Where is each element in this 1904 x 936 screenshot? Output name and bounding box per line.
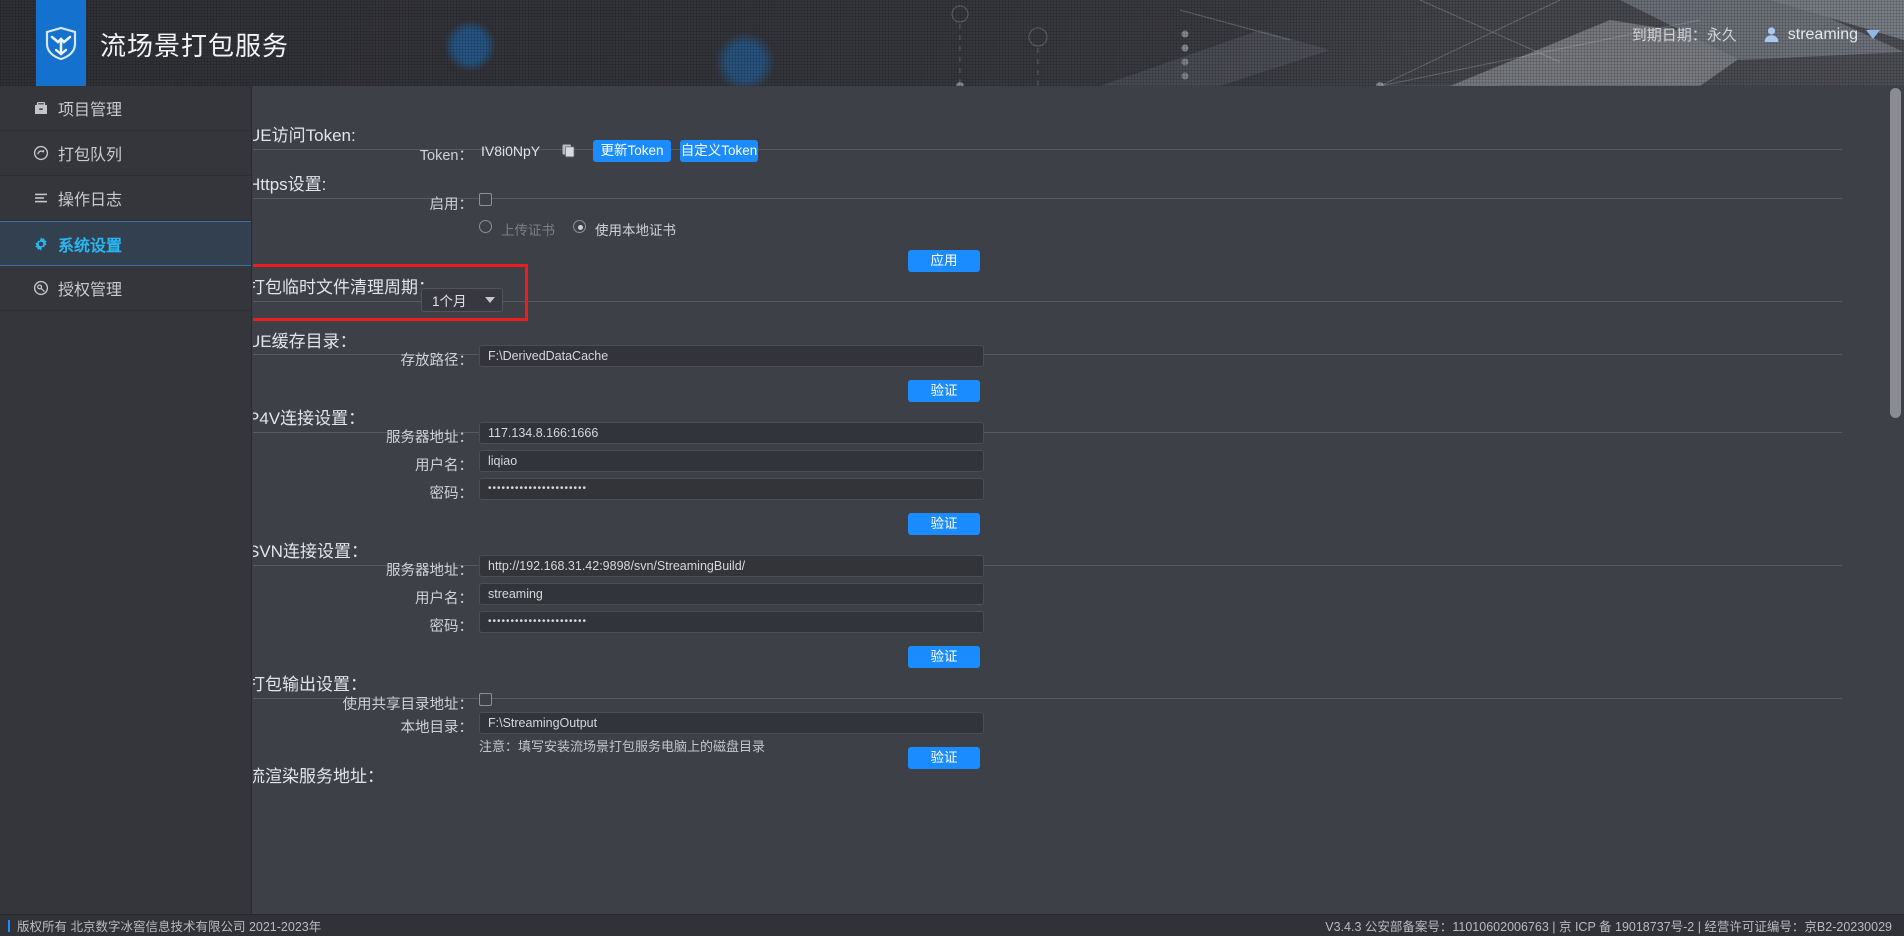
app-logo <box>36 0 86 86</box>
p4v-user-input[interactable]: liqiao <box>479 450 984 472</box>
chevron-down-icon[interactable] <box>1866 30 1880 39</box>
cleanup-cycle-value: 1个月 <box>432 294 467 309</box>
svn-user-label: 用户名： <box>415 591 473 607</box>
sidebar-item-label: 打包队列 <box>58 147 123 164</box>
shared-dir-checkbox[interactable] <box>479 693 492 706</box>
local-cert-label: 使用本地证书 <box>595 223 676 238</box>
upload-cert-radio[interactable] <box>479 220 492 233</box>
footer-left: 版权所有 北京数字冰窖信息技术有限公司 2021-2023年 <box>8 916 321 935</box>
svn-password-input[interactable]: •••••••••••••••••••••• <box>479 611 984 633</box>
token-label: Token： <box>419 148 473 164</box>
apply-button[interactable]: 应用 <box>908 250 980 272</box>
shield-logo-icon <box>45 26 77 60</box>
user-avatar-icon <box>1764 27 1779 42</box>
settings-panel: UE访问Token: Token： IV8i0NpY 更新Token 自定义To… <box>253 86 1904 916</box>
refresh-circle-icon <box>32 145 49 162</box>
section-title-cleanup-cycle: 打包临时文件清理周期： <box>253 278 435 297</box>
svn-server-label: 服务器地址： <box>386 563 473 579</box>
user-menu[interactable]: streaming <box>1763 26 1880 44</box>
update-token-button[interactable]: 更新Token <box>593 140 671 162</box>
accent-bar-icon <box>8 919 10 932</box>
shared-dir-label: 使用共享目录地址： <box>342 697 474 713</box>
footer-bar: 版权所有 北京数字冰窖信息技术有限公司 2021-2023年 V3.4.3 公安… <box>0 914 1904 936</box>
license-text: V3.4.3 公安部备案号：11010602006763 | 京 ICP 备 1… <box>1325 920 1892 934</box>
user-name: streaming <box>1787 25 1858 43</box>
sidebar-item-label: 系统设置 <box>58 237 123 255</box>
section-title-https: Https设置: <box>253 175 327 194</box>
sidebar-item-operation-log[interactable]: 操作日志 <box>0 176 251 221</box>
token-value: IV8i0NpY <box>481 143 541 159</box>
local-dir-input[interactable]: F:\StreamingOutput <box>479 712 984 734</box>
p4v-password-input[interactable]: •••••••••••••••••••••• <box>479 478 984 500</box>
svn-verify-button[interactable]: 验证 <box>908 646 980 668</box>
cache-path-label: 存放路径： <box>400 353 474 369</box>
p4v-server-input[interactable]: 117.134.8.166:1666 <box>479 422 984 444</box>
expiry-label: 到期日期：永久 <box>1631 27 1737 44</box>
p4v-user-label: 用户名： <box>415 458 473 474</box>
custom-token-button[interactable]: 自定义Token <box>680 140 758 162</box>
section-title-output: 打包输出设置： <box>253 675 367 694</box>
p4v-server-label: 服务器地址： <box>386 430 473 446</box>
header-right: 到期日期：永久 streaming <box>1632 24 1880 45</box>
section-title-render-service: 流渲染服务地址： <box>253 767 384 786</box>
sidebar-item-project-management[interactable]: 项目管理 <box>0 86 251 131</box>
svn-user-input[interactable]: streaming <box>479 583 984 605</box>
sidebar-item-label: 项目管理 <box>58 102 123 119</box>
sidebar-item-system-settings[interactable]: 系统设置 <box>0 221 251 266</box>
p4v-password-label: 密码： <box>429 486 474 502</box>
page-title: 流场景打包服务 <box>100 31 290 61</box>
copyright-text: 版权所有 北京数字冰窖信息技术有限公司 2021-2023年 <box>17 920 322 934</box>
output-note: 注意：填写安装流场景打包服务电脑上的磁盘目录 <box>479 739 766 754</box>
local-dir-label: 本地目录： <box>400 720 474 736</box>
cache-verify-button[interactable]: 验证 <box>908 380 980 402</box>
svn-server-input[interactable]: http://192.168.31.42:9898/svn/StreamingB… <box>479 555 984 577</box>
key-circle-icon <box>32 280 49 297</box>
briefcase-icon <box>32 100 49 117</box>
scrollbar-thumb[interactable] <box>1890 88 1901 418</box>
section-title-ue-token: UE访问Token: <box>253 126 356 145</box>
cleanup-cycle-select[interactable]: 1个月 <box>421 288 503 312</box>
local-cert-radio[interactable] <box>573 220 586 233</box>
upload-cert-label: 上传证书 <box>501 223 555 238</box>
https-enable-label: 启用： <box>429 197 474 213</box>
sidebar-item-label: 操作日志 <box>58 192 123 209</box>
sidebar-item-license-management[interactable]: 授权管理 <box>0 266 251 311</box>
https-enable-checkbox[interactable] <box>479 193 492 206</box>
list-log-icon <box>32 190 49 207</box>
svn-password-label: 密码： <box>429 619 474 635</box>
gear-icon <box>32 235 49 252</box>
copy-icon[interactable] <box>561 143 576 163</box>
output-verify-button[interactable]: 验证 <box>908 747 980 769</box>
p4v-verify-button[interactable]: 验证 <box>908 513 980 535</box>
app-header: 流场景打包服务 到期日期：永久 streaming <box>0 0 1904 86</box>
sidebar-item-label: 授权管理 <box>58 282 123 299</box>
vertical-scrollbar[interactable] <box>1887 86 1904 916</box>
sidebar: 项目管理 打包队列 操作日志 系统设置 授权管理 <box>0 86 252 916</box>
chevron-down-icon <box>485 297 495 303</box>
cache-path-input[interactable]: F:\DerivedDataCache <box>479 345 984 367</box>
sidebar-item-build-queue[interactable]: 打包队列 <box>0 131 251 176</box>
